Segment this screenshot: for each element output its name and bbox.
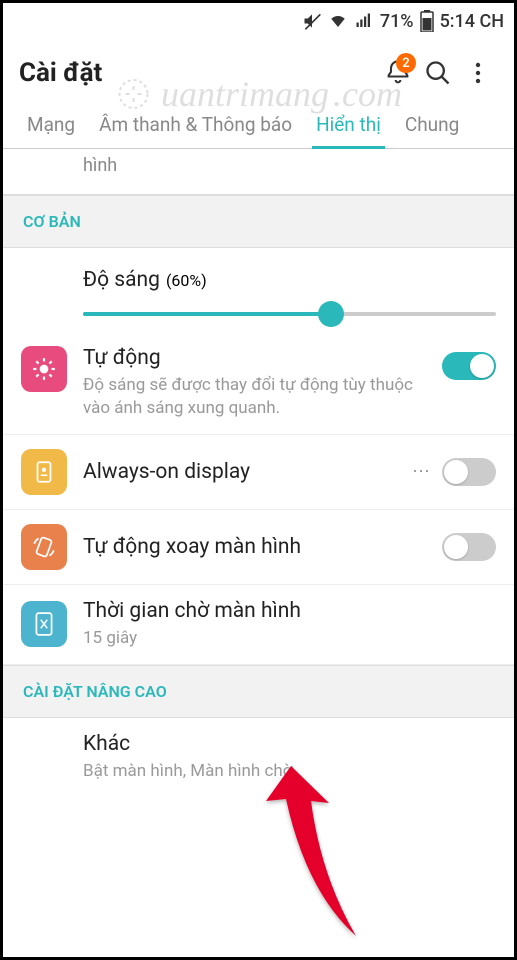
notification-badge: 2 (396, 53, 416, 73)
auto-rotate-label: Tự động xoay màn hình (83, 535, 442, 559)
more-button[interactable] (458, 53, 498, 93)
status-bar: 71% 5:14 CH (3, 3, 514, 39)
page-title: Cài đặt (19, 58, 102, 88)
brightness-label: Độ sáng (83, 268, 160, 292)
other-item[interactable]: Khác Bật màn hình, Màn hình chờ (3, 718, 514, 797)
brightness-slider-row (3, 300, 514, 340)
app-header: Cài đặt 2 (3, 39, 514, 103)
screen-timeout-icon (21, 601, 67, 647)
auto-rotate-icon (21, 524, 67, 570)
tab-network[interactable]: Mạng (15, 103, 87, 148)
tab-general[interactable]: Chung (393, 103, 471, 148)
wifi-icon (328, 12, 348, 30)
other-sub: Bật màn hình, Màn hình chờ (83, 760, 496, 783)
always-on-item[interactable]: Always-on display ⋯ (3, 435, 514, 510)
search-button[interactable] (418, 53, 458, 93)
auto-brightness-sub: Độ sáng sẽ được thay đổi tự động tùy thu… (83, 374, 432, 420)
battery-percent: 71% (380, 11, 414, 32)
battery-icon (420, 10, 434, 32)
tabs: Mạng Âm thanh & Thông báo Hiển thị Chung (3, 103, 514, 149)
auto-brightness-label: Tự động (83, 346, 432, 370)
auto-rotate-toggle[interactable] (442, 533, 496, 561)
tab-sound[interactable]: Âm thanh & Thông báo (87, 103, 304, 148)
brightness-title-row: Độ sáng (60%) (3, 248, 514, 300)
brightness-percent: (60%) (166, 271, 207, 290)
mute-icon (302, 11, 322, 31)
always-on-more-icon[interactable]: ⋯ (402, 461, 442, 482)
auto-rotate-item[interactable]: Tự động xoay màn hình (3, 510, 514, 585)
other-label: Khác (83, 732, 496, 756)
status-time: 5:14 CH (440, 11, 504, 32)
slider-thumb[interactable] (318, 301, 344, 327)
always-on-label: Always-on display (83, 460, 402, 484)
auto-brightness-item[interactable]: Tự động Độ sáng sẽ được thay đổi tự động… (3, 340, 514, 435)
screen-timeout-item[interactable]: Thời gian chờ màn hình 15 giây (3, 585, 514, 665)
notifications-button[interactable]: 2 (378, 53, 418, 93)
scroll-content[interactable]: hình CƠ BẢN Độ sáng (60%) Tự động Độ sán… (3, 149, 514, 797)
auto-brightness-toggle[interactable] (442, 352, 496, 380)
screen-timeout-sub: 15 giây (83, 627, 496, 650)
always-on-icon (21, 449, 67, 495)
section-basic: CƠ BẢN (3, 195, 514, 248)
section-advanced: CÀI ĐẶT NÂNG CAO (3, 665, 514, 718)
brightness-icon (21, 346, 67, 392)
truncated-item[interactable]: hình (3, 149, 514, 195)
screen-timeout-label: Thời gian chờ màn hình (83, 599, 496, 623)
always-on-toggle[interactable] (442, 458, 496, 486)
signal-icon (354, 12, 374, 30)
brightness-slider[interactable] (83, 312, 496, 316)
tab-display[interactable]: Hiển thị (304, 103, 393, 148)
